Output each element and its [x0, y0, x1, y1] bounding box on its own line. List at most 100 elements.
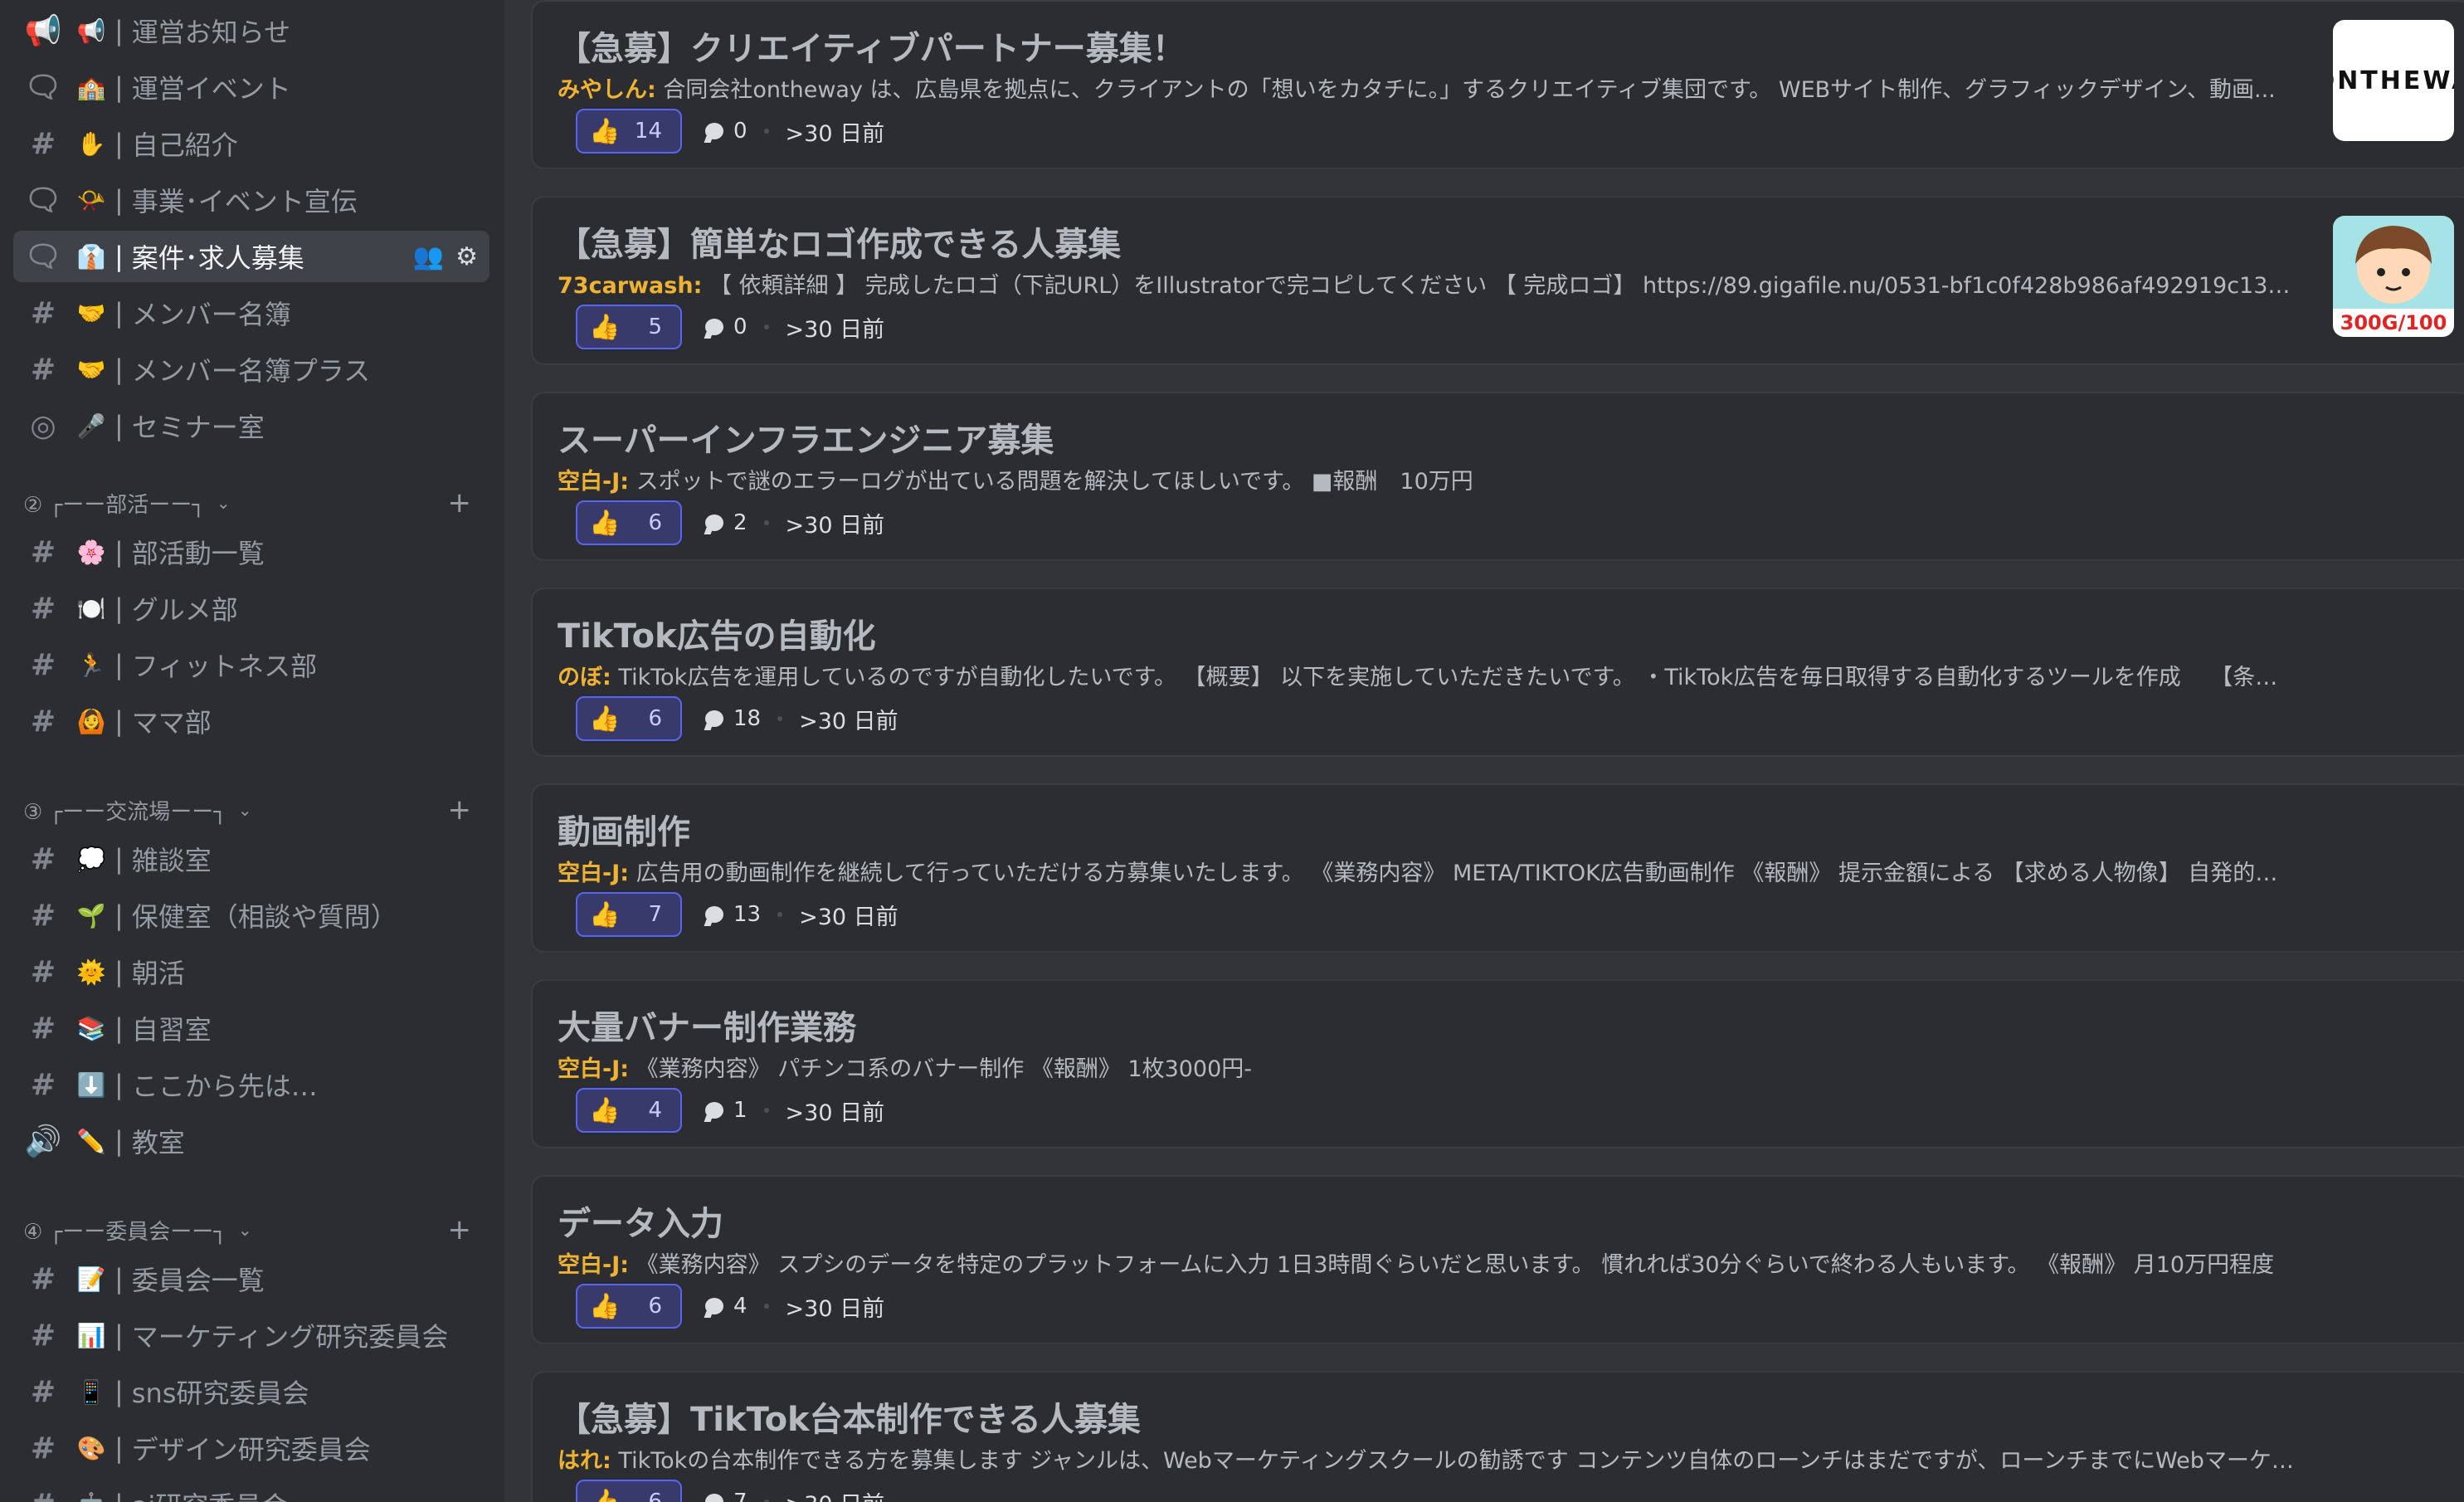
- channel-item[interactable]: # 📱 | sns研究委員会: [13, 1366, 489, 1417]
- channel-item[interactable]: # 🙆 | ママ部: [13, 695, 489, 747]
- hash-icon: #: [30, 1431, 56, 1465]
- post-preview-text: 広告用の動画制作を継続して行っていただける方募集いたします。 《業務内容》 ME…: [635, 861, 2300, 886]
- post-author[interactable]: 空白-J:: [558, 1252, 629, 1278]
- channel-item[interactable]: # 🌞 | 朝活: [13, 946, 489, 997]
- post-author[interactable]: みやしん:: [558, 77, 656, 103]
- channel-separator: |: [114, 1319, 124, 1351]
- channel-item[interactable]: # 🤝 | メンバー名簿プラス: [13, 344, 489, 395]
- speech-bubble-icon: [705, 710, 723, 727]
- invite-member-icon[interactable]: 👥: [413, 242, 444, 271]
- channel-item[interactable]: # 🤖 | ai研究委員会: [13, 1479, 489, 1502]
- thumbs-up-reaction-button[interactable]: 👍 4: [576, 1088, 682, 1133]
- channel-label: 自習室: [131, 1014, 212, 1046]
- channel-label: メンバー名簿: [131, 299, 291, 330]
- post-thumbnail[interactable]: 300G/100日: [2333, 216, 2454, 337]
- channel-item[interactable]: 🗨 📯 | 事業･イベント宣伝: [13, 174, 489, 226]
- channel-item[interactable]: 🔊 ✏️ | 教室: [13, 1115, 489, 1167]
- thumbs-up-reaction-button[interactable]: 👍 6: [576, 696, 682, 741]
- thumbs-up-icon: 👍: [589, 1487, 621, 1502]
- post-meta: 👍67>30 日前: [576, 1479, 884, 1502]
- channel-item[interactable]: # 🌸 | 部活動一覧: [13, 526, 489, 578]
- channel-item[interactable]: # ⬇️ | ここから先は…: [13, 1059, 489, 1110]
- channel-item[interactable]: 📢 📢 | 運営お知らせ: [13, 5, 489, 56]
- thumbs-up-reaction-button[interactable]: 👍 6: [576, 1480, 682, 1502]
- channel-separator: |: [114, 536, 124, 568]
- forum-post-card[interactable]: 大量バナー制作業務空白-J: 《業務内容》 パチンコ系のバナー制作 《報酬》 1…: [531, 979, 2464, 1148]
- channel-category[interactable]: ③ ┌ーー交流場ーー┐ ⌄ +: [23, 793, 471, 827]
- hash-icon: #: [30, 591, 56, 626]
- forum-post-card[interactable]: 【急募】簡単なロゴ作成できる人募集 73carwash: 【 依頼詳細 】 完成し…: [531, 196, 2464, 365]
- chevron-down-icon: ⌄: [237, 1220, 252, 1240]
- thumbs-up-reaction-button[interactable]: 👍 5: [576, 305, 682, 349]
- comment-count-value: 0: [733, 119, 747, 144]
- gear-icon[interactable]: ⚙: [455, 242, 478, 271]
- post-timestamp: >30 日前: [785, 120, 885, 147]
- post-title[interactable]: データ入力: [558, 1197, 723, 1245]
- comment-count: 1: [705, 1098, 747, 1123]
- thumbs-up-reaction-button[interactable]: 👍 6: [576, 1284, 682, 1329]
- post-title[interactable]: スーパーインフラエンジニア募集: [558, 413, 1054, 461]
- comment-count: 7: [705, 1490, 747, 1502]
- channel-label: ai研究委員会: [132, 1485, 289, 1502]
- post-meta: 👍 6 2 >30 日前: [576, 500, 884, 546]
- post-meta: 👍 7 13 >30 日前: [576, 891, 898, 938]
- channel-item[interactable]: ◎ 🎤 | セミナー室: [13, 400, 489, 451]
- channel-sidebar: 📢 📢 | 運営お知らせ 🗨 🏫 | 運営イベント # ✋ | 自己紹介 🗨 📯 | 事業･イベント宣伝 🗨 👔 |…: [0, 0, 504, 1502]
- thumbs-up-reaction-button[interactable]: 👍 6: [576, 500, 682, 545]
- post-timestamp: >30 日前: [785, 1100, 885, 1126]
- post-title[interactable]: 【急募】TikTok台本制作できる人募集: [558, 1392, 1141, 1441]
- post-author[interactable]: はれ:: [558, 1448, 611, 1474]
- forum-post-card[interactable]: データ入力空白-J: 《業務内容》 スプシのデータを特定のプラットフォームに入力…: [531, 1175, 2464, 1344]
- post-timestamp: >30 日前: [799, 708, 898, 734]
- post-title[interactable]: 動画制作: [558, 805, 690, 853]
- channel-category[interactable]: ④ ┌ーー委員会ーー┐ ⌄ +: [23, 1213, 471, 1246]
- channel-category[interactable]: ② ┌ーー部活ーー┐ ⌄ +: [23, 486, 471, 519]
- forum-post-card[interactable]: 動画制作空白-J: 広告用の動画制作を継続して行っていただける方募集いたします。…: [531, 783, 2464, 953]
- thumbs-up-reaction-button[interactable]: 👍 14: [576, 109, 682, 154]
- add-channel-icon[interactable]: +: [448, 793, 472, 827]
- forum-post-card[interactable]: スーパーインフラエンジニア募集 空白-J: スポットで謎のエラーログが出ている問題…: [531, 392, 2464, 561]
- post-title[interactable]: 大量バナー制作業務: [558, 1001, 856, 1049]
- forum-post-card[interactable]: TikTok広告の自動化 のぼ: TikTok広告を運用しているのですが自動化した…: [531, 588, 2464, 757]
- forum-post-card[interactable]: 【急募】クリエイティブパートナー募集！ みやしん: 合同会社ontheway は、…: [531, 0, 2464, 169]
- channel-item[interactable]: # 📚 | 自習室: [13, 1002, 489, 1054]
- channel-item[interactable]: # 📊 | マーケティング研究委員会: [13, 1309, 489, 1361]
- channel-emoji-icon: 👔: [76, 242, 106, 271]
- thumbnail-caption: 300G/100日: [2333, 309, 2454, 337]
- post-preview-text: 《業務内容》 パチンコ系のバナー制作 《報酬》 1枚3000円-: [635, 1056, 1253, 1082]
- post-author[interactable]: 空白-J:: [558, 861, 629, 886]
- channel-item[interactable]: # 🌱 | 保健室（相談や質問）: [13, 890, 489, 941]
- post-preview-text: 《業務内容》 スプシのデータを特定のプラットフォームに入力 1日3時間ぐらいだと…: [635, 1252, 2275, 1278]
- post-title[interactable]: TikTok広告の自動化: [558, 609, 876, 657]
- channel-item[interactable]: # 🍽️ | グルメ部: [13, 583, 489, 634]
- post-author[interactable]: のぼ:: [558, 665, 611, 690]
- post-author[interactable]: 空白-J:: [558, 1056, 629, 1082]
- channel-item[interactable]: # 📝 | 委員会一覧: [13, 1253, 489, 1304]
- reaction-count: 6: [648, 706, 662, 731]
- channel-item[interactable]: # 🎨 | デザイン研究委員会: [13, 1422, 489, 1474]
- add-channel-icon[interactable]: +: [448, 1213, 472, 1246]
- post-title[interactable]: 【急募】簡単なロゴ作成できる人募集: [558, 217, 1121, 266]
- hash-icon: #: [30, 647, 56, 682]
- thumbs-up-icon: 👍: [589, 900, 621, 929]
- channel-item[interactable]: # 🤝 | メンバー名簿: [13, 287, 489, 339]
- forum-post-list: 【急募】クリエイティブパートナー募集！ みやしん: 合同会社ontheway は、…: [504, 0, 2464, 1502]
- post-author[interactable]: 空白-J:: [558, 469, 629, 495]
- channel-item[interactable]: # ✋ | 自己紹介: [13, 118, 489, 169]
- comment-count-value: 1: [733, 1098, 747, 1123]
- channel-item[interactable]: 🗨 👔 | 案件･求人募集 👥 ⚙: [13, 231, 489, 282]
- channel-tools: 👥 ⚙: [413, 242, 478, 271]
- forum-post-card[interactable]: 【急募】TikTok台本制作できる人募集 はれ: TikTokの台本制作できる方を…: [531, 1371, 2464, 1502]
- channel-item[interactable]: 🗨 🏫 | 運営イベント: [13, 61, 489, 113]
- reaction-count: 6: [648, 1490, 662, 1502]
- reaction-count: 6: [648, 510, 662, 535]
- post-author[interactable]: 73carwash:: [558, 273, 702, 299]
- channel-item[interactable]: # 💭 | 雑談室: [13, 833, 489, 885]
- add-channel-icon[interactable]: +: [448, 486, 472, 519]
- post-meta: 👍 14 0 >30 日前: [576, 108, 884, 154]
- post-title[interactable]: 【急募】クリエイティブパートナー募集！: [558, 22, 1186, 70]
- separator-dot: [763, 1304, 769, 1309]
- channel-item[interactable]: # 🏃 | フィットネス部: [13, 639, 489, 690]
- post-thumbnail[interactable]: ONTHEWA: [2333, 20, 2454, 141]
- thumbs-up-reaction-button[interactable]: 👍 7: [576, 892, 682, 937]
